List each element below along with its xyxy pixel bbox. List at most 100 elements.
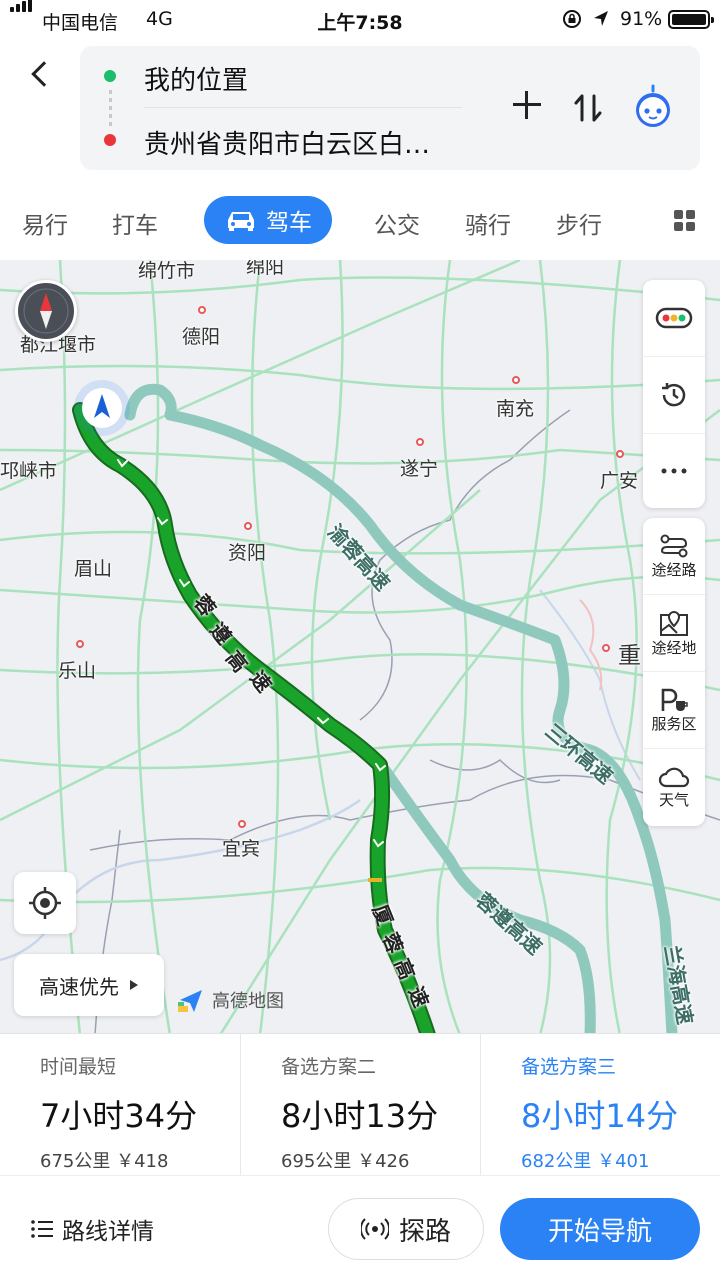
tab-yixing[interactable]: 易行 — [22, 206, 68, 240]
route-tag: 备选方案三 — [521, 1056, 617, 1078]
more-modes-grid-icon[interactable] — [674, 210, 696, 232]
city-label: 南充 — [496, 398, 535, 420]
bottom-action-bar: 路线详情 探路 开始导航 — [0, 1175, 720, 1280]
depart-time-button[interactable] — [643, 357, 705, 434]
route-preference-label: 高速优先 — [39, 974, 119, 999]
weather-label: 天气 — [658, 791, 689, 809]
list-icon — [31, 1220, 53, 1238]
city-label: 广安 — [600, 470, 639, 492]
city-marker-icon — [244, 522, 252, 530]
route-tag: 时间最短 — [40, 1056, 117, 1078]
crosshair-icon — [29, 887, 61, 919]
route-tag: 备选方案二 — [281, 1056, 377, 1078]
tab-drive[interactable]: 驾车 — [204, 196, 332, 244]
city-marker-icon — [602, 644, 610, 652]
back-button[interactable] — [20, 54, 60, 94]
more-dots-icon — [661, 468, 687, 474]
start-navigation-label: 开始导航 — [547, 1216, 652, 1247]
clock-refresh-icon — [662, 383, 686, 407]
cloud-icon — [658, 767, 690, 788]
via-place-label: 途经地 — [651, 638, 697, 657]
route-card-fastest[interactable]: 时间最短 7小时34分 675公里 ￥418 — [0, 1034, 240, 1176]
status-bar: 中国电信 4G 上午7:58 91% — [0, 0, 720, 38]
via-place-button[interactable]: 途经地 — [643, 595, 705, 672]
route-duration: 8小时13分 — [281, 1097, 439, 1135]
weather-button[interactable]: 天气 — [643, 749, 705, 826]
locate-me-button[interactable] — [14, 872, 76, 934]
brand-name: 高德地图 — [212, 991, 284, 1012]
start-navigation-button[interactable]: 开始导航 — [500, 1198, 700, 1260]
route-details-button[interactable]: 路线详情 — [30, 1212, 154, 1246]
explore-route-label: 探路 — [398, 1216, 451, 1247]
origin-dot-icon — [104, 70, 116, 82]
via-place-icon — [660, 610, 688, 636]
city-label: 资阳 — [228, 542, 267, 564]
destination-field[interactable]: 贵州省贵阳市白云区白… — [144, 124, 430, 161]
city-label: 德阳 — [182, 326, 221, 348]
route-preference-button[interactable]: 高速优先 — [14, 954, 164, 1016]
service-area-button[interactable]: 服务区 — [643, 672, 705, 749]
brand-watermark: 高德地图 — [176, 986, 284, 1014]
chevron-left-icon — [31, 61, 57, 87]
route-options: 时间最短 7小时34分 675公里 ￥418 备选方案二 8小时13分 695公… — [0, 1033, 720, 1176]
explore-route-button[interactable]: 探路 — [328, 1198, 484, 1260]
compass-icon — [23, 288, 69, 334]
city-label: 邛崃市 — [0, 460, 58, 482]
route-distance-toll: 675公里 ￥418 — [40, 1151, 169, 1172]
map-roads — [0, 260, 720, 1035]
tab-taxi[interactable]: 打车 — [112, 206, 158, 240]
origin-field[interactable]: 我的位置 — [144, 60, 248, 97]
swap-icon[interactable] — [570, 90, 606, 126]
location-arrow-icon — [594, 11, 608, 26]
tab-bike[interactable]: 骑行 — [465, 206, 511, 240]
route-connector — [109, 90, 112, 130]
city-label: 重 — [618, 643, 641, 669]
service-area-label: 服务区 — [651, 714, 697, 733]
city-label: 绵阳 — [246, 260, 285, 278]
city-label: 乐山 — [58, 660, 97, 682]
route-card-alt-2[interactable]: 备选方案二 8小时13分 695公里 ￥426 — [240, 1034, 480, 1176]
city-label: 眉山 — [74, 558, 113, 580]
tab-bus[interactable]: 公交 — [374, 206, 420, 240]
traffic-button[interactable] — [643, 280, 705, 357]
destination-dot-icon — [104, 134, 116, 146]
city-label: 遂宁 — [400, 458, 439, 480]
lock-rotation-icon — [563, 10, 581, 28]
parking-coffee-icon — [661, 688, 688, 711]
traffic-light-icon — [655, 307, 693, 329]
city-marker-icon — [512, 376, 520, 384]
route-details-label: 路线详情 — [62, 1219, 154, 1245]
broadcast-icon — [360, 1218, 389, 1240]
compass-button[interactable] — [15, 280, 77, 342]
clock: 上午7:58 — [317, 12, 403, 34]
add-waypoint-button[interactable] — [510, 88, 544, 122]
map-view[interactable]: 绵竹市 绵阳 德阳 都江堰市 南充 邛崃市 遂宁 广安 眉山 资阳 乐山 重 宜… — [0, 260, 720, 1035]
route-duration: 8小时14分 — [521, 1097, 679, 1135]
city-marker-icon — [76, 640, 84, 648]
route-header: 我的位置 贵州省贵阳市白云区白… 易行 打车 驾车 公交 骑行 步行 — [0, 38, 720, 260]
amap-logo-icon — [178, 990, 202, 1012]
city-marker-icon — [616, 450, 624, 458]
route-distance-toll: 682公里 ￥401 — [521, 1151, 650, 1172]
tab-walk[interactable]: 步行 — [556, 206, 602, 240]
battery-icon — [668, 10, 714, 29]
current-location-marker-icon — [74, 380, 130, 436]
city-label: 绵竹市 — [138, 260, 196, 282]
city-marker-icon — [416, 438, 424, 446]
via-road-label: 途经路 — [651, 560, 697, 579]
via-road-icon — [660, 534, 688, 557]
more-options-button[interactable] — [643, 434, 705, 508]
field-divider — [144, 107, 462, 108]
via-road-button[interactable]: 途经路 — [643, 518, 705, 595]
route-card-alt-3[interactable]: 备选方案三 8小时14分 682公里 ￥401 — [480, 1034, 720, 1176]
route-distance-toll: 695公里 ￥426 — [281, 1151, 410, 1172]
city-label: 宜宾 — [222, 838, 261, 860]
assistant-avatar-icon[interactable] — [630, 84, 676, 130]
city-marker-icon — [198, 306, 206, 314]
tab-drive-label: 驾车 — [266, 210, 312, 236]
route-input-box: 我的位置 贵州省贵阳市白云区白… — [80, 46, 700, 170]
map-tools-panel — [643, 280, 705, 508]
route-tools-panel: 途经路 途经地 服务区 天气 — [643, 518, 705, 826]
battery-percent: 91% — [620, 8, 663, 30]
caret-right-icon — [130, 980, 138, 990]
